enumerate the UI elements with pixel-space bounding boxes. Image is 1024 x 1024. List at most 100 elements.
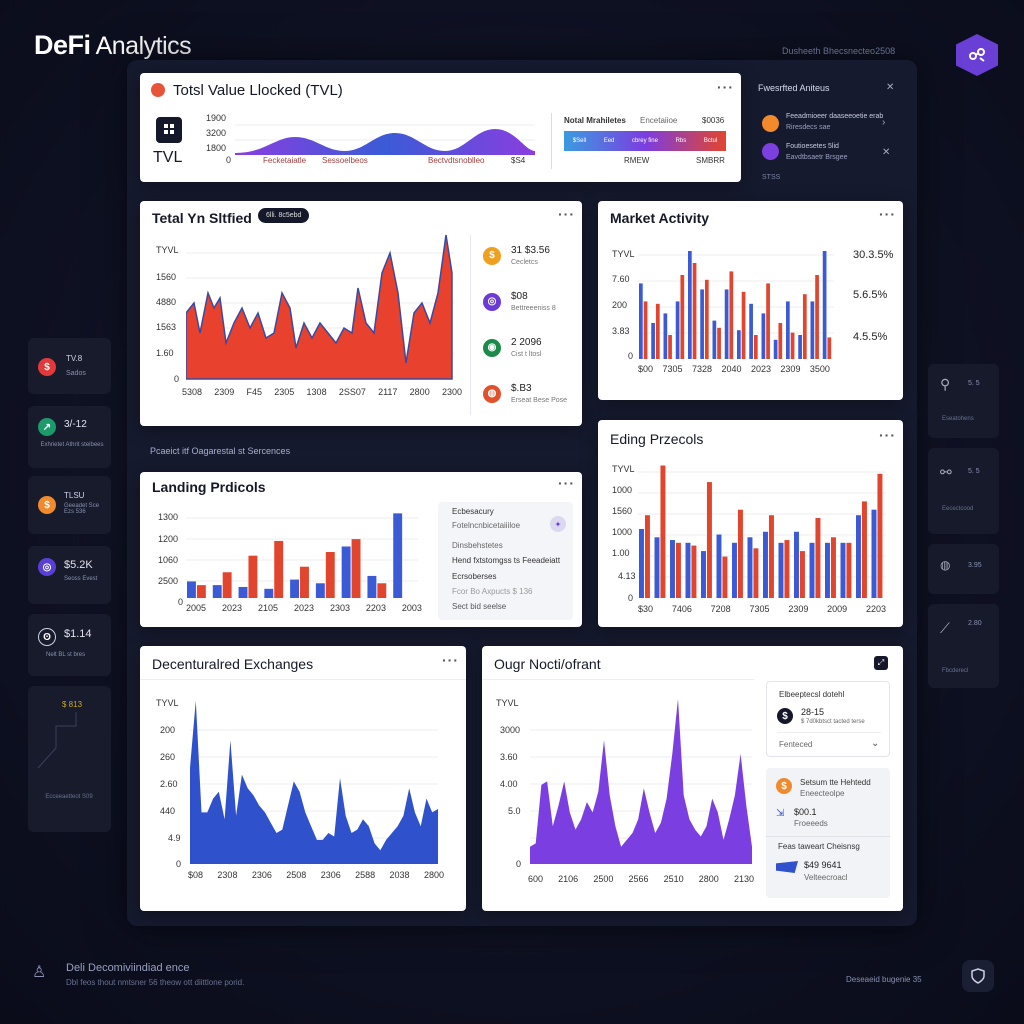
market-y-tick: 7.60 (612, 274, 630, 284)
lending-x-tick: 2105 (257, 603, 278, 613)
sidebar-right-item[interactable]: ⚯ 5. 5 Eecectcood (928, 448, 999, 534)
lending-x-tick: 2023 (293, 603, 314, 613)
sidebar-left-sub: Exhrietet Athrit steibees (40, 442, 104, 448)
lending-y-tick: 0 (178, 597, 184, 607)
bar-blue (825, 542, 830, 598)
tvs-stat-row[interactable]: $ 31 $3.56 Cecletcs (483, 245, 550, 266)
bar-red (274, 540, 284, 598)
tvs-stat-row[interactable]: ◍ $.B3 Erseat Bese Pose (483, 383, 567, 404)
tvs-x-tick: 2SS07 (338, 387, 366, 397)
tvl-menu-icon[interactable]: ··· (717, 79, 734, 95)
lending-side-icon[interactable]: ✦ (550, 516, 566, 532)
bar-blue (840, 542, 846, 598)
eding-card: Eding Przecols ··· TYVL 1000 1560 1000 1… (598, 420, 903, 627)
market-pct: 30.3.5% (853, 249, 894, 261)
bar-red (377, 583, 387, 598)
tvs-badge[interactable]: 6lli. 8c5ebd (258, 208, 310, 223)
sidebar-left-item[interactable]: ↗ 3/-12 Exhrietet Athrit steibees (28, 406, 111, 468)
bar-blue (238, 586, 248, 598)
lending-side-line: Ecrsoberses (452, 572, 497, 581)
tvs-menu-icon[interactable]: ··· (558, 206, 575, 222)
top-right-close-icon[interactable]: ✕ (886, 82, 894, 93)
bar-red (680, 275, 685, 359)
tvs-area-chart (186, 234, 454, 380)
sidebar-left-item[interactable]: ◎ $5.2K Seoss Evest (28, 546, 111, 604)
sidebar-left-icon: $ (38, 496, 56, 514)
market-card: Market Activity ··· TYVL 7.60 200 3.83 0… (598, 201, 903, 400)
brand-rest: Analytics (90, 32, 192, 60)
tvl-divider (551, 113, 552, 169)
tvs-y-axis: TYVL 1560 4880 1563 1.60 0 (156, 245, 186, 395)
tvs-stat-row[interactable]: ◎ $08 Bettreeeniss 8 (483, 291, 556, 312)
market-x-tick: 2040 (721, 364, 742, 374)
tvl-y-tick: 1800 (206, 143, 227, 153)
tvs-stat-row[interactable]: ◉ 2 2096 Cist t ltosl (483, 337, 542, 358)
eding-x-tick: 7208 (710, 604, 731, 614)
eding-y-tick: 4.13 (618, 571, 636, 581)
eding-title: Eding Przecols (610, 431, 704, 447)
lending-side-line[interactable]: Sect bid seelse (452, 602, 506, 611)
ougr-box2-title: Setsum tte Hehtedd (800, 778, 871, 787)
sidebar-left-icon: ◎ (38, 558, 56, 576)
bar-blue (794, 531, 799, 598)
sidebar-right-item[interactable]: ⚲ 5. 5 Eseatohens (928, 364, 999, 438)
bar-red (846, 542, 852, 598)
tvl-tile-label: TVL (153, 149, 183, 166)
shield-icon[interactable] (962, 960, 994, 992)
bar-blue (737, 330, 741, 359)
market-x-tick: 2023 (750, 364, 771, 374)
bar-red (351, 539, 361, 598)
lending-side-line: Hend fxtstomgss ts Feeadeiatt (452, 556, 561, 565)
tvl-bottom-right: SMBRR (696, 156, 725, 165)
tvs-x-tick: F45 (246, 387, 263, 397)
ougr-side-box[interactable]: Elbeeptecsl dotehl $ 28-15 $ 7d0kbtsct t… (766, 681, 890, 757)
sidebar-left-item[interactable]: ʘ $1.14 Nelt BL st bres (28, 614, 111, 676)
sidebar-left-item[interactable]: $ TLSU Geeadet Sce Ezs 536 (28, 476, 111, 534)
bar-blue (724, 289, 729, 359)
dex-x-tick: 2038 (389, 870, 410, 880)
sidebar-right-value: 5. 5 (968, 468, 980, 475)
ougr-box2-value-sub: Froeeeds (794, 819, 828, 828)
bar-blue (732, 542, 737, 598)
sidebar-left-chart-item[interactable]: $ 813 Ecceeaetteot S09 (28, 686, 111, 832)
section-caption: Pcaeict itf Oagarestal st Sercences (150, 446, 291, 456)
ougr-box3-title: Feas taweart Cheisnsg (778, 842, 860, 851)
bar-blue (341, 546, 351, 598)
market-menu-icon[interactable]: ··· (879, 206, 896, 222)
tvl-legend-sub: Encetaiioe (640, 116, 678, 125)
bar-red (729, 271, 734, 359)
bar-blue (810, 301, 815, 359)
ougr-box3-flag-icon (776, 861, 798, 873)
sidebar-left-icon: ʘ (38, 628, 56, 646)
ougr-box1-chevron-down-icon[interactable]: ⌄ (871, 738, 879, 749)
tvl-title: Totsl Value Llocked (TVL) (173, 82, 343, 99)
tvs-stat-value: $08 (511, 291, 528, 302)
bar-blue (688, 251, 692, 359)
bar-red (222, 572, 232, 598)
ougr-divider (482, 679, 754, 680)
top-right-item-close-icon[interactable]: ✕ (882, 147, 890, 158)
sidebar-right-chart-icon: ⟋ (940, 620, 950, 636)
sidebar-left-icon: $ (38, 358, 56, 376)
tvl-y-tick: 0 (226, 155, 232, 165)
eding-y-tick: 1.00 (612, 548, 630, 558)
ougr-expand-icon[interactable]: ⤢ (874, 656, 888, 670)
ougr-card: Ougr Nocti/ofrant ⤢ TYVL 3000 3.60 4.00 … (482, 646, 903, 911)
sidebar-left-item[interactable]: $ TV.8 Sados (28, 338, 111, 394)
dex-menu-icon[interactable]: ··· (442, 652, 459, 668)
dex-x-tick: 2306 (251, 870, 272, 880)
market-bar-chart (638, 251, 834, 359)
top-right-item-chevron-icon[interactable]: › (882, 117, 885, 128)
market-x-tick: $00 (638, 364, 654, 374)
sidebar-right-item[interactable]: ◍ 3.95 (928, 544, 999, 594)
sidebar-right-item[interactable]: ⟋ 2.80 Fbcderecl (928, 604, 999, 688)
sidebar-left-value: 3/-12 (64, 419, 87, 430)
eding-menu-icon[interactable]: ··· (879, 427, 896, 443)
lending-menu-icon[interactable]: ··· (558, 475, 575, 491)
app-logo-icon[interactable] (956, 34, 998, 76)
eding-x-tick: 2009 (827, 604, 848, 614)
tvs-stat-icon: ◎ (483, 292, 501, 311)
sidebar-left-icon: ↗ (38, 418, 56, 436)
ougr-box1-sub: $ 7d0kbtsct tacted terse (801, 719, 865, 725)
top-right-item-icon (762, 143, 779, 160)
